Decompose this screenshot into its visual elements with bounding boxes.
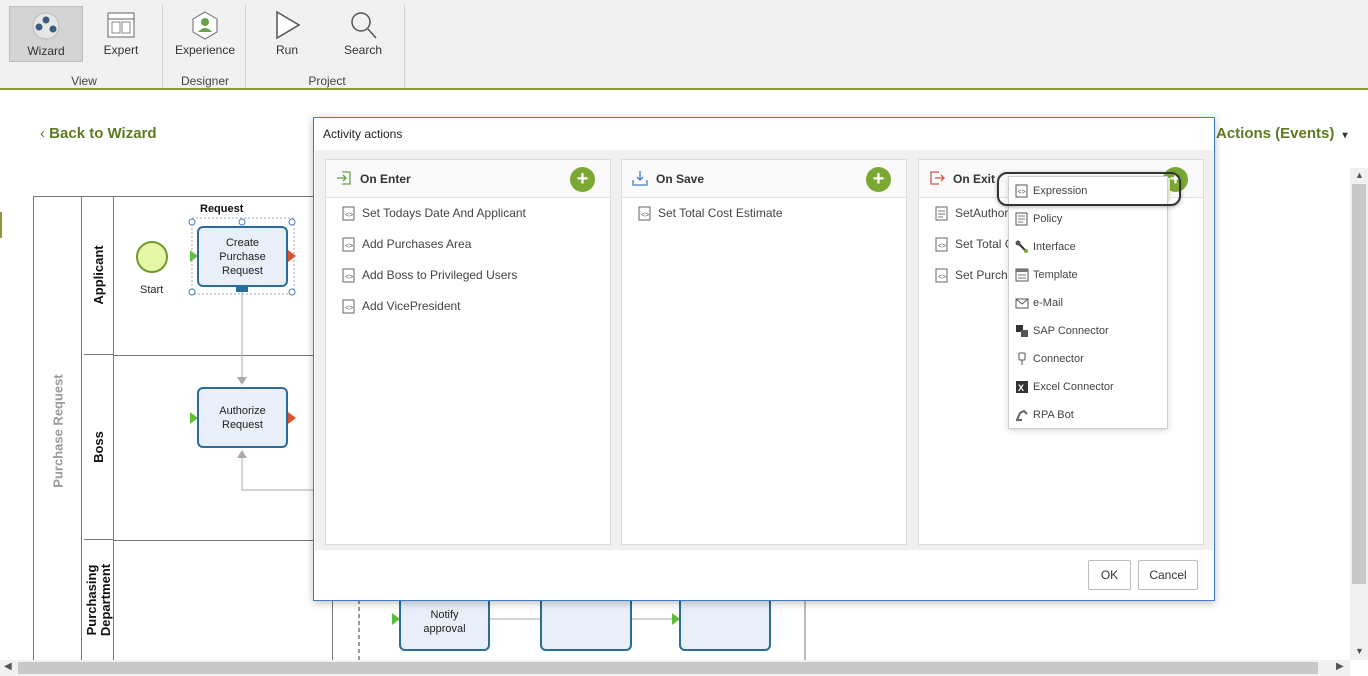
start-event-label: Start [140,284,164,296]
subprocess-task[interactable] [679,594,771,651]
subprocess-task[interactable] [540,594,632,651]
on-save-header: On Save + [622,160,906,198]
svg-text:<>: <> [938,243,946,250]
template-icon [1015,268,1029,282]
dropdown-item-template[interactable]: Template [1009,261,1167,289]
save-icon [632,171,648,186]
excel-connector-icon: X [1016,381,1028,393]
horizontal-scroll-thumb[interactable] [18,662,1318,674]
exit-icon [930,171,945,185]
vertical-scrollbar[interactable]: ▲ ▼ [1350,168,1368,660]
horizontal-scrollbar[interactable]: ◀ ▶ [0,660,1350,676]
on-save-title: On Save [656,172,705,186]
connector-icon [1018,352,1026,365]
selected-element-label: Request [200,203,244,215]
scroll-down-icon[interactable]: ▼ [1355,646,1364,656]
svg-text:<>: <> [345,305,353,312]
expression-icon: <> [342,237,355,252]
svg-text:<>: <> [345,212,353,219]
on-save-column: On Save + <> Set Total Cost Estimate [621,159,907,545]
expression-icon: <> [342,206,355,221]
dropdown-item-sap-connector[interactable]: SAP Connector [1009,317,1167,345]
on-exit-title: On Exit [953,172,996,186]
scroll-right-icon[interactable]: ▶ [1336,661,1344,672]
on-enter-column: On Enter + <> Set Todays Date And Applic… [325,159,611,545]
cancel-button[interactable]: Cancel [1138,560,1198,590]
dropdown-item-connector[interactable]: Connector [1009,345,1167,373]
list-item[interactable]: <> Set Todays Date And Applicant [326,198,610,229]
sap-connector-icon [1016,325,1028,337]
dropdown-item-excel-connector[interactable]: X Excel Connector [1009,373,1167,401]
dropdown-item-policy[interactable]: Policy [1009,205,1167,233]
task-notify-approval[interactable]: Notify approval [399,594,490,651]
expression-icon: <> [638,206,651,221]
policy-icon [1015,212,1028,226]
dropdown-item-interface[interactable]: Interface [1009,233,1167,261]
svg-text:X: X [1018,383,1024,393]
list-item[interactable]: <> Add VicePresident [326,291,610,322]
expression-icon: <> [935,237,948,252]
svg-text:<>: <> [641,212,649,219]
add-action-dropdown: <> Expression Policy Interface Template … [1008,176,1168,429]
add-on-enter-button[interactable]: + [570,167,595,192]
ok-button[interactable]: OK [1088,560,1131,590]
dropdown-item-email[interactable]: e-Mail [1009,289,1167,317]
add-on-save-button[interactable]: + [866,167,891,192]
interface-icon [1015,240,1028,253]
list-item[interactable]: <> Add Purchases Area [326,229,610,260]
expression-icon: <> [342,299,355,314]
expression-highlight-outline [997,172,1181,206]
rpa-bot-icon [1016,409,1028,421]
task-create-purchase-request[interactable]: Create Purchase Request [197,226,288,287]
list-item[interactable]: <> Set Total Cost Estimate [622,198,906,229]
svg-text:<>: <> [345,243,353,250]
enter-icon [337,171,351,185]
on-enter-header: On Enter + [326,160,610,198]
email-icon [1015,298,1029,309]
svg-text:<>: <> [938,274,946,281]
dropdown-item-rpa-bot[interactable]: RPA Bot [1009,401,1167,429]
policy-icon [935,206,948,221]
vertical-scroll-thumb[interactable] [1352,184,1366,584]
expression-icon: <> [935,268,948,283]
dialog-title: Activity actions [323,127,403,141]
task-authorize-request[interactable]: Authorize Request [197,387,288,448]
list-item[interactable]: <> Add Boss to Privileged Users [326,260,610,291]
expression-icon: <> [342,268,355,283]
scroll-left-icon[interactable]: ◀ [4,661,12,672]
scroll-up-icon[interactable]: ▲ [1355,170,1364,180]
svg-text:<>: <> [345,274,353,281]
on-enter-title: On Enter [360,172,411,186]
